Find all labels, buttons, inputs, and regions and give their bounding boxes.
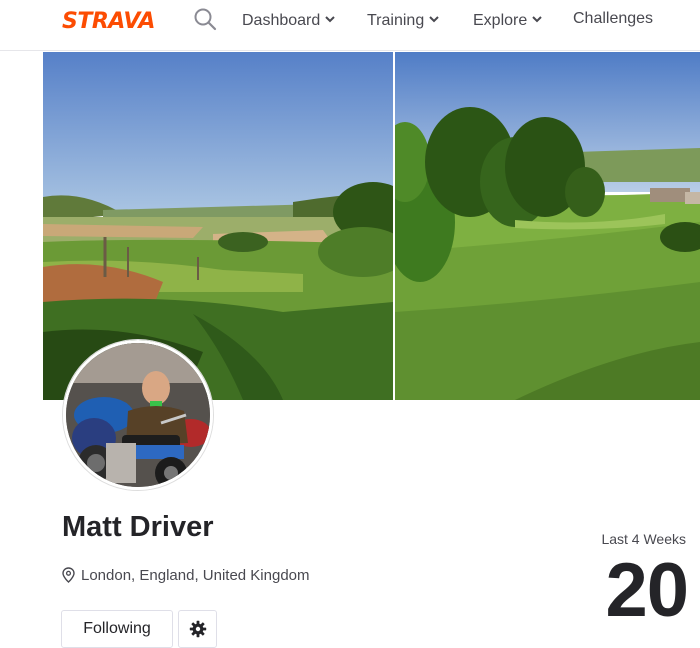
nav-explore-label: Explore xyxy=(473,12,528,29)
avatar[interactable] xyxy=(63,340,213,490)
stats-period-label: Last 4 Weeks xyxy=(601,531,686,547)
nav-training-label: Training xyxy=(367,12,425,29)
cover-photo-right[interactable] xyxy=(395,52,700,400)
nav-challenges-label: Challenges xyxy=(573,10,654,27)
chevron-down-icon xyxy=(325,10,335,28)
nav-explore[interactable]: Explore xyxy=(473,10,542,30)
settings-button[interactable] xyxy=(178,610,217,648)
strava-logo[interactable]: STRAVA xyxy=(62,9,155,34)
nav-challenges[interactable]: Challenges xyxy=(573,10,653,28)
top-navigation: STRAVA Dashboard Training Explore Challe… xyxy=(0,0,700,51)
cover-photo-left[interactable] xyxy=(43,52,393,400)
profile-photo xyxy=(66,343,210,487)
countryside-landscape-image xyxy=(43,52,393,400)
following-button[interactable]: Following xyxy=(61,610,173,648)
chevron-down-icon xyxy=(429,10,439,28)
hillside-trees-image xyxy=(395,52,700,400)
gear-icon xyxy=(179,620,216,638)
athlete-location: London, England, United Kingdom xyxy=(62,567,310,587)
stats-activity-count: 20 xyxy=(605,548,689,633)
search-icon[interactable] xyxy=(193,7,217,31)
nav-dashboard[interactable]: Dashboard xyxy=(242,10,335,30)
nav-training[interactable]: Training xyxy=(367,10,439,30)
nav-dashboard-label: Dashboard xyxy=(242,12,321,29)
athlete-name: Matt Driver xyxy=(62,511,214,543)
chevron-down-icon xyxy=(532,10,542,28)
location-text: London, England, United Kingdom xyxy=(81,567,310,584)
location-pin-icon xyxy=(62,567,75,587)
